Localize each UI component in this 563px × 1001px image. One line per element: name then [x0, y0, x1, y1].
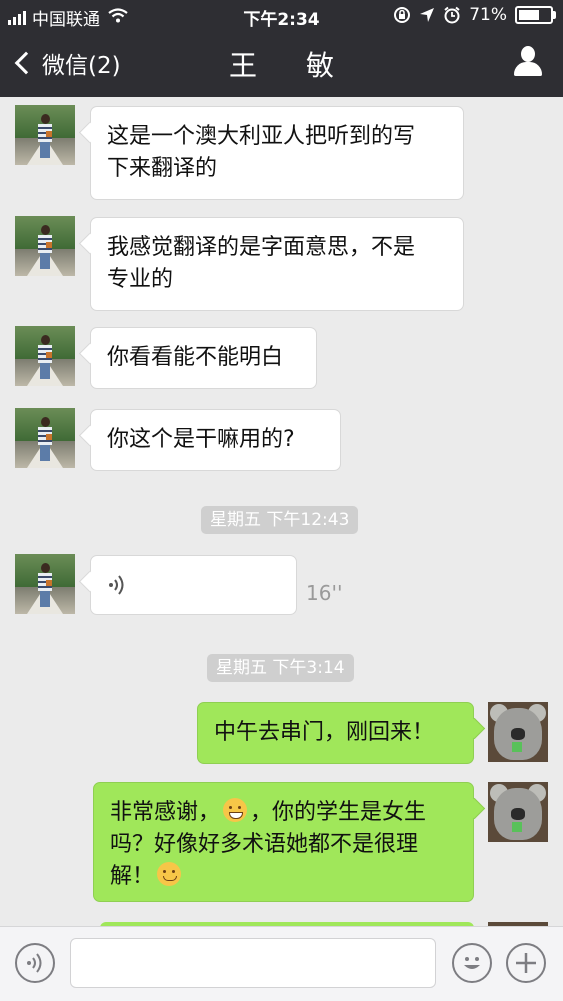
outgoing-message[interactable]: 中午去串门，刚回来！: [197, 702, 474, 764]
voice-wave-icon: [109, 575, 124, 595]
voice-input-button[interactable]: [15, 943, 55, 983]
timestamp-label: 星期五 下午12:43: [201, 506, 359, 534]
top-bar: 中国联通 下午2:34 71% 微信(2) 王 敏: [0, 0, 563, 97]
voice-input-icon: [27, 953, 42, 973]
plus-icon: [516, 953, 536, 973]
battery-icon: [515, 6, 556, 24]
status-bar: 中国联通 下午2:34 71%: [0, 0, 563, 30]
incoming-message[interactable]: 你这个是干嘛用的?: [90, 409, 341, 471]
blush-emoji: [157, 862, 182, 886]
message-text: 解！: [110, 864, 155, 889]
input-bar: [0, 926, 563, 1001]
emoji-icon: [464, 957, 480, 969]
voice-duration: 16'': [306, 581, 343, 605]
contact-avatar[interactable]: [15, 554, 75, 614]
message-text: 吗？好像好多术语她都不是很理: [110, 832, 419, 857]
contact-avatar[interactable]: [15, 326, 75, 386]
emoji-button[interactable]: [452, 943, 492, 983]
nav-bar: 微信(2) 王 敏: [0, 30, 563, 97]
alarm-icon: [444, 6, 460, 24]
incoming-message[interactable]: 这是一个澳大利亚人把听到的写 下来翻译的: [90, 106, 464, 200]
more-button[interactable]: [506, 943, 546, 983]
status-right: 71%: [393, 5, 556, 25]
contact-avatar[interactable]: [15, 408, 75, 468]
contact-avatar[interactable]: [15, 216, 75, 276]
battery-percent: 71%: [469, 5, 507, 25]
message-text: ，你的学生是女生: [250, 800, 427, 825]
voice-message[interactable]: [90, 555, 297, 615]
grin-emoji: [223, 798, 248, 822]
my-avatar[interactable]: [488, 702, 548, 762]
chat-title: 王 敏: [229, 49, 354, 82]
lock-rotation-icon: [394, 7, 411, 23]
location-icon: [420, 8, 435, 22]
outgoing-message[interactable]: 非常感谢， ，你的学生是女生 吗？好像好多术语她都不是很理 解！: [93, 782, 474, 902]
message-text: 非常感谢，: [110, 800, 221, 825]
my-avatar[interactable]: [488, 782, 548, 842]
timestamp-label: 星期五 下午3:14: [207, 654, 354, 682]
incoming-message[interactable]: 你看看能不能明白: [90, 327, 317, 389]
incoming-message[interactable]: 我感觉翻译的是字面意思，不是 专业的: [90, 217, 464, 311]
contact-avatar[interactable]: [15, 105, 75, 165]
profile-icon[interactable]: [513, 46, 543, 78]
message-input[interactable]: [70, 938, 436, 988]
